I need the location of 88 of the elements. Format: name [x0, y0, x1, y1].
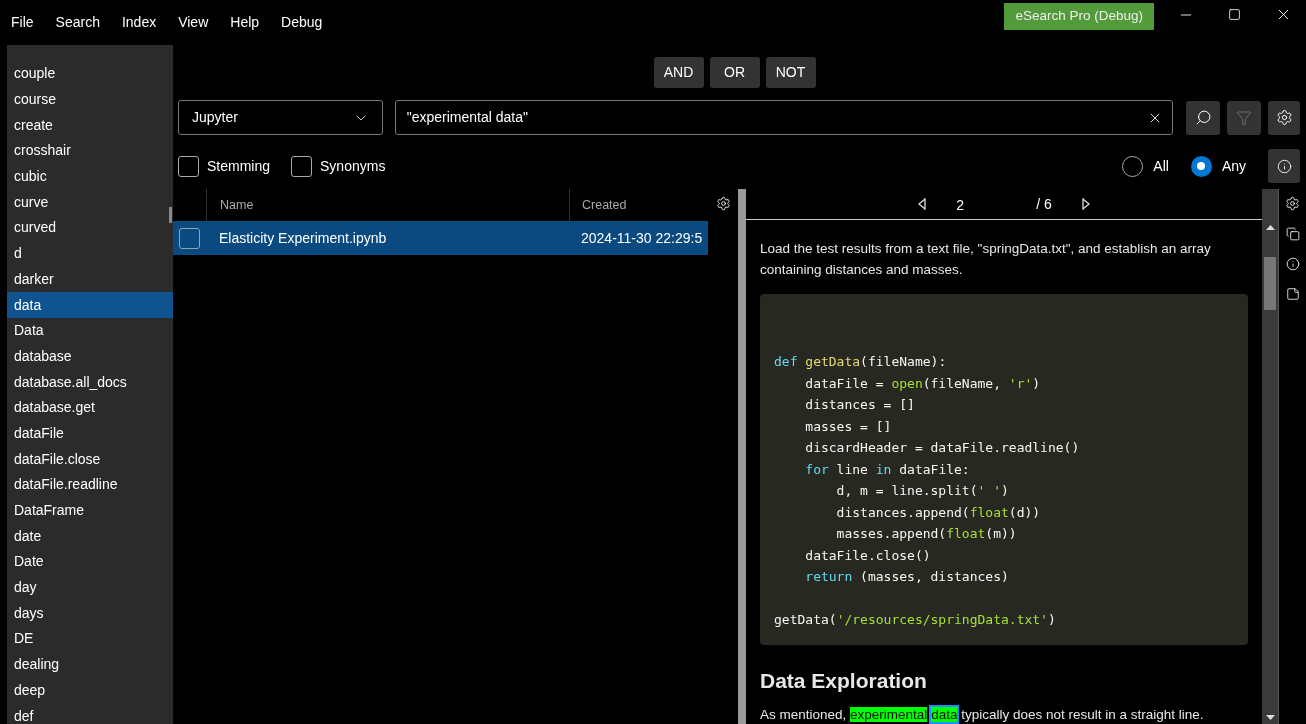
note-icon[interactable]	[1285, 287, 1300, 301]
radio-label[interactable]: Any	[1221, 155, 1246, 177]
menu-item[interactable]: View	[178, 12, 209, 33]
result-row[interactable]: Elasticity Experiment.ipynb 2024-11-30 22:29:5	[173, 221, 708, 255]
checkbox-label[interactable]: Synonyms	[320, 155, 386, 177]
maximize-icon[interactable]	[1228, 8, 1241, 21]
page-number[interactable]: 2	[956, 194, 1007, 216]
code-line: for line in dataFile:	[804, 460, 970, 479]
checkbox[interactable]	[178, 155, 199, 177]
left-triangle-icon[interactable]	[918, 198, 927, 210]
sidebar-item[interactable]: Data	[7, 317, 173, 344]
operator-button[interactable]: OR	[709, 57, 760, 88]
copy-icon[interactable]	[1285, 227, 1300, 241]
app-title: eSearch Pro (Debug)	[1004, 3, 1154, 30]
search-icon	[1194, 109, 1212, 126]
operator-button[interactable]: NOT	[765, 57, 816, 88]
sidebar-item[interactable]: darker	[7, 266, 173, 293]
table-cell-text: Elasticity Experiment.ipynb	[219, 228, 388, 248]
checkbox-label[interactable]: Stemming	[207, 155, 271, 177]
menu-item[interactable]: Help	[230, 12, 260, 33]
section-heading: Data Exploration	[760, 667, 927, 694]
checkbox[interactable]	[179, 227, 200, 249]
menu-item[interactable]: File	[11, 12, 34, 33]
info-icon[interactable]	[1285, 257, 1300, 271]
settings-button[interactable]	[1268, 100, 1300, 135]
code-line: masses = []	[804, 417, 892, 436]
code-line: d, m = line.split(' ')	[835, 482, 1009, 500]
sidebar-item[interactable]: dataFile.close	[7, 446, 173, 472]
sidebar-item[interactable]: DE	[7, 626, 173, 652]
sidebar-item[interactable]: days	[7, 600, 173, 627]
scrollbar-thumb[interactable]	[169, 207, 172, 223]
code-line: return (masses, distances)	[804, 568, 1009, 586]
radio-button[interactable]	[1190, 155, 1212, 177]
operator-button[interactable]: AND	[653, 57, 704, 88]
filter-icon	[1236, 109, 1253, 126]
menu-item[interactable]: Debug	[281, 12, 323, 33]
radio-label[interactable]: All	[1153, 155, 1169, 177]
code-line: dataFile.close()	[804, 546, 931, 565]
source-dropdown[interactable]: Jupyter	[178, 100, 383, 135]
menu-item[interactable]: Index	[121, 12, 157, 33]
info-button[interactable]	[1268, 149, 1300, 183]
sidebar-item[interactable]: curve	[7, 189, 173, 216]
sidebar-item[interactable]: create	[7, 112, 173, 139]
sidebar-item[interactable]: data	[7, 292, 173, 318]
scrollbar[interactable]	[1262, 189, 1278, 724]
code-line: distances.append(float(d))	[835, 503, 1041, 522]
search-field[interactable]: "experimental data"	[394, 100, 1174, 135]
code-line: def getData(fileName):	[774, 353, 947, 371]
sidebar-item[interactable]: curved	[7, 215, 173, 241]
up-arrow-icon[interactable]	[1265, 225, 1275, 230]
checkbox[interactable]	[291, 155, 313, 177]
menu-item[interactable]: Search	[55, 12, 100, 33]
code-line: distances = []	[804, 396, 915, 414]
code-line: getData('/resources/springData.txt')	[774, 611, 1056, 629]
sidebar-item[interactable]: dataFile.readline	[7, 472, 173, 498]
page-total: / 6	[1036, 194, 1052, 214]
info-icon	[1276, 158, 1292, 174]
sidebar-item[interactable]: date	[7, 523, 173, 550]
sidebar-item[interactable]: deep	[7, 677, 173, 704]
sidebar-item[interactable]: DataFrame	[7, 497, 173, 524]
search-button[interactable]	[1186, 100, 1221, 135]
sidebar-item[interactable]: d	[7, 240, 173, 267]
sidebar-item[interactable]: course	[7, 86, 173, 113]
body-paragraph: As mentioned, experimental data typically does not result in a straight line.	[760, 705, 1204, 724]
sidebar-item[interactable]: day	[7, 574, 173, 601]
settings-icon	[1275, 109, 1293, 126]
sidebar-item[interactable]: def	[7, 703, 173, 724]
intro-paragraph: Load the test results from a text file, "springData.txt", and establish an array containing distances and masses.	[760, 240, 1212, 279]
sidebar-item[interactable]: Date	[7, 549, 173, 575]
settings-icon[interactable]	[715, 196, 731, 211]
right-triangle-icon[interactable]	[1081, 198, 1090, 210]
sidebar-item[interactable]: database.get	[7, 394, 173, 421]
code-line: dataFile = open(fileName, 'r')	[804, 374, 1041, 393]
down-arrow-icon[interactable]	[1265, 715, 1275, 720]
sidebar-item[interactable]: dealing	[7, 651, 173, 678]
sidebar-item[interactable]: crosshair	[7, 138, 173, 164]
column-header[interactable]: Name	[207, 195, 569, 215]
filter-button[interactable]	[1227, 100, 1262, 135]
sidebar-item[interactable]: cubic	[7, 163, 173, 190]
sidebar-item[interactable]: dataFile	[7, 420, 173, 447]
code-line: masses.append(float(m))	[835, 525, 1017, 543]
sidebar-item[interactable]: database.all_docs	[7, 369, 173, 395]
sidebar-item[interactable]: couple	[7, 61, 173, 87]
code-line: discardHeader = dataFile.readline()	[804, 439, 1080, 457]
scrollbar-thumb[interactable]	[1264, 257, 1276, 310]
sidebar-item[interactable]: database	[7, 343, 173, 370]
settings-icon[interactable]	[1285, 196, 1300, 211]
table-cell-text: 2024-11-30 22:29:5	[581, 228, 703, 248]
